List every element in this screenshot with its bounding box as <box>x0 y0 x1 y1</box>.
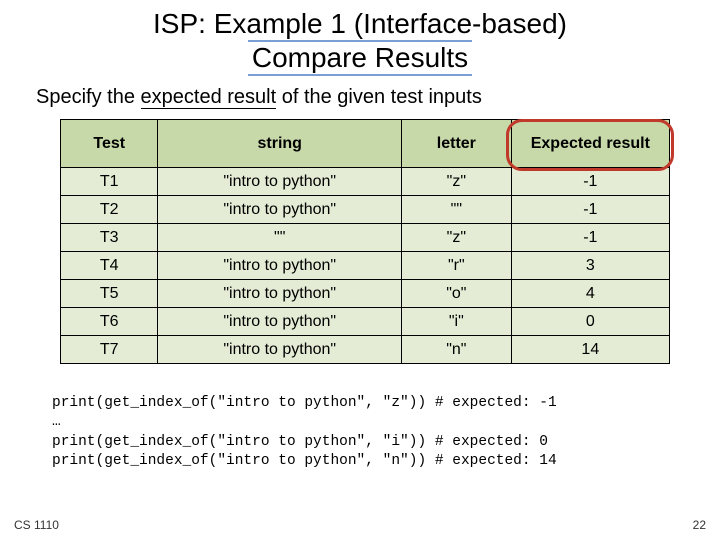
cell-expected: -1 <box>511 196 669 224</box>
cell-string: "intro to python" <box>158 196 402 224</box>
cell-string: "intro to python" <box>158 308 402 336</box>
subtitle: Specify the expected result of the given… <box>0 76 720 117</box>
cell-expected: -1 <box>511 168 669 196</box>
code-line: … <box>52 414 61 430</box>
cell-letter: "z" <box>402 224 512 252</box>
col-header-expected: Expected result <box>511 120 669 168</box>
cell-test: T4 <box>61 252 158 280</box>
title-line-2: Compare Results <box>248 40 472 76</box>
col-header-letter: letter <box>402 120 512 168</box>
table-row: T7 "intro to python" "n" 14 <box>61 336 670 364</box>
cell-letter: "" <box>402 196 512 224</box>
cell-string: "" <box>158 224 402 252</box>
cell-letter: "r" <box>402 252 512 280</box>
table-row: T1 "intro to python" "z" -1 <box>61 168 670 196</box>
cell-expected: 14 <box>511 336 669 364</box>
cell-string: "intro to python" <box>158 252 402 280</box>
cell-letter: "n" <box>402 336 512 364</box>
col-header-test: Test <box>61 120 158 168</box>
table-row: T4 "intro to python" "r" 3 <box>61 252 670 280</box>
cell-test: T6 <box>61 308 158 336</box>
subtitle-prefix: Specify the <box>36 86 141 108</box>
results-table: Test string letter Expected result T1 "i… <box>60 119 670 364</box>
cell-string: "intro to python" <box>158 336 402 364</box>
cell-test: T3 <box>61 224 158 252</box>
cell-test: T5 <box>61 280 158 308</box>
results-table-wrap: Test string letter Expected result T1 "i… <box>60 119 670 364</box>
cell-test: T7 <box>61 336 158 364</box>
cell-expected: -1 <box>511 224 669 252</box>
cell-expected: 3 <box>511 252 669 280</box>
footer-page-number: 22 <box>693 518 706 532</box>
subtitle-underline: expected result <box>141 86 277 109</box>
cell-expected: 4 <box>511 280 669 308</box>
table-body: T1 "intro to python" "z" -1 T2 "intro to… <box>61 168 670 364</box>
cell-test: T1 <box>61 168 158 196</box>
cell-string: "intro to python" <box>158 168 402 196</box>
slide-title: ISP: Example 1 (Interface-based) Compare… <box>0 0 720 76</box>
title-line-1: ISP: Example 1 (Interface-based) <box>153 8 567 40</box>
code-block: print(get_index_of("intro to python", "z… <box>0 370 720 472</box>
code-line: print(get_index_of("intro to python", "n… <box>52 453 557 469</box>
cell-letter: "o" <box>402 280 512 308</box>
col-header-string: string <box>158 120 402 168</box>
footer-course: CS 1110 <box>14 518 59 532</box>
table-row: T2 "intro to python" "" -1 <box>61 196 670 224</box>
table-row: T5 "intro to python" "o" 4 <box>61 280 670 308</box>
cell-expected: 0 <box>511 308 669 336</box>
table-header-row: Test string letter Expected result <box>61 120 670 168</box>
cell-letter: "z" <box>402 168 512 196</box>
code-line: print(get_index_of("intro to python", "z… <box>52 395 557 411</box>
cell-test: T2 <box>61 196 158 224</box>
subtitle-suffix: of the given test inputs <box>276 86 482 108</box>
cell-letter: "i" <box>402 308 512 336</box>
table-row: T6 "intro to python" "i" 0 <box>61 308 670 336</box>
code-line: print(get_index_of("intro to python", "i… <box>52 434 548 450</box>
table-row: T3 "" "z" -1 <box>61 224 670 252</box>
slide-footer: CS 1110 22 <box>14 518 706 532</box>
cell-string: "intro to python" <box>158 280 402 308</box>
